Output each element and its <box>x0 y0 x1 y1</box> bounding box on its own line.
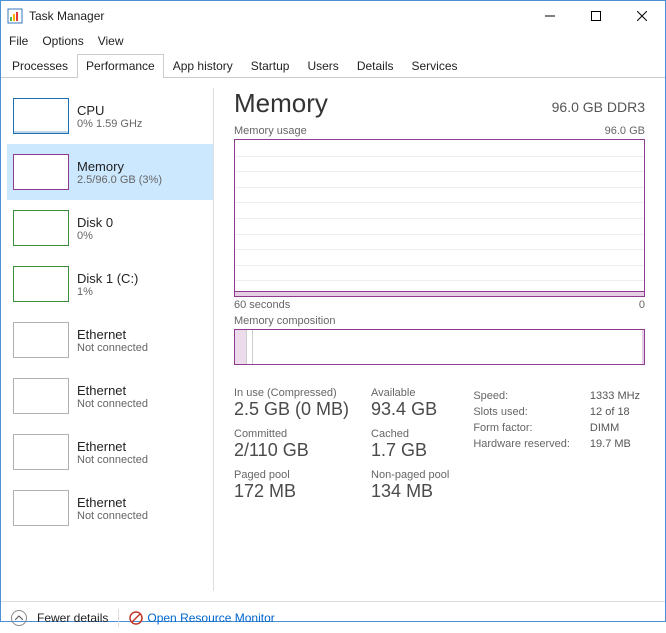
sidebar-item-memory[interactable]: Memory2.5/96.0 GB (3%) <box>7 144 213 200</box>
committed-value: 2/110 GB <box>234 440 349 461</box>
disk-thumb-icon <box>13 210 69 246</box>
available-label: Available <box>371 387 449 399</box>
tab-app-history[interactable]: App history <box>164 54 242 78</box>
nonpaged-value: 134 MB <box>371 481 449 502</box>
memory-composition-chart <box>234 329 645 365</box>
sidebar-item-label: Ethernet <box>77 439 148 454</box>
speed-label: Speed: <box>473 389 588 403</box>
chevron-up-icon[interactable] <box>11 610 27 626</box>
available-value: 93.4 GB <box>371 399 449 420</box>
sidebar-item-sub: 0% <box>77 230 113 242</box>
page-title: Memory <box>234 88 328 119</box>
paged-value: 172 MB <box>234 481 349 502</box>
sidebar-item-disk0[interactable]: Disk 00% <box>7 200 213 256</box>
inuse-value: 2.5 GB (0 MB) <box>234 399 349 420</box>
titlebar: Task Manager <box>1 1 665 31</box>
inuse-label: In use (Compressed) <box>234 387 349 399</box>
usage-label: Memory usage <box>234 125 307 137</box>
menu-file[interactable]: File <box>9 34 28 48</box>
ethernet-thumb-icon <box>13 490 69 526</box>
ethernet-thumb-icon <box>13 434 69 470</box>
sidebar-item-sub: Not connected <box>77 454 148 466</box>
paged-label: Paged pool <box>234 469 349 481</box>
footer: Fewer details Open Resource Monitor <box>1 601 665 633</box>
tab-services[interactable]: Services <box>403 54 467 78</box>
committed-label: Committed <box>234 428 349 440</box>
slots-label: Slots used: <box>473 405 588 419</box>
main-panel: Memory 96.0 GB DDR3 Memory usage 96.0 GB… <box>214 78 665 601</box>
sidebar-item-label: Disk 0 <box>77 215 113 230</box>
app-icon <box>7 8 23 24</box>
reserved-value: 19.7 MB <box>590 437 640 451</box>
sidebar-item-sub: 1% <box>77 286 138 298</box>
ethernet-thumb-icon <box>13 322 69 358</box>
usage-max: 96.0 GB <box>605 125 645 137</box>
memory-thumb-icon <box>13 154 69 190</box>
menu-view[interactable]: View <box>98 34 124 48</box>
cached-value: 1.7 GB <box>371 440 449 461</box>
open-resource-monitor-link[interactable]: Open Resource Monitor <box>129 611 274 625</box>
maximize-button[interactable] <box>573 1 619 31</box>
cpu-thumb-icon <box>13 98 69 134</box>
tab-startup[interactable]: Startup <box>242 54 299 78</box>
sidebar-item-ethernet[interactable]: EthernetNot connected <box>7 424 213 480</box>
sidebar-item-sub: 2.5/96.0 GB (3%) <box>77 174 162 186</box>
ethernet-thumb-icon <box>13 378 69 414</box>
sidebar-item-label: CPU <box>77 103 142 118</box>
resource-monitor-icon <box>129 611 143 625</box>
sidebar-item-label: Ethernet <box>77 383 148 398</box>
form-value: DIMM <box>590 421 640 435</box>
slots-value: 12 of 18 <box>590 405 640 419</box>
cached-label: Cached <box>371 428 449 440</box>
close-button[interactable] <box>619 1 665 31</box>
tab-users[interactable]: Users <box>298 54 347 78</box>
menu-options[interactable]: Options <box>42 34 83 48</box>
sidebar-item-label: Ethernet <box>77 327 148 342</box>
sidebar-item-label: Memory <box>77 159 162 174</box>
disk-thumb-icon <box>13 266 69 302</box>
sidebar-item-ethernet[interactable]: EthernetNot connected <box>7 480 213 536</box>
resource-monitor-label: Open Resource Monitor <box>147 611 274 625</box>
sidebar-item-sub: 0% 1.59 GHz <box>77 118 142 130</box>
memory-usage-chart <box>234 139 645 297</box>
sidebar-item-sub: Not connected <box>77 510 148 522</box>
footer-divider <box>118 609 119 627</box>
tab-performance[interactable]: Performance <box>77 54 164 78</box>
composition-label: Memory composition <box>234 315 335 327</box>
form-label: Form factor: <box>473 421 588 435</box>
sidebar-item-sub: Not connected <box>77 398 148 410</box>
sidebar-item-label: Ethernet <box>77 495 148 510</box>
tab-details[interactable]: Details <box>348 54 403 78</box>
fewer-details-button[interactable]: Fewer details <box>37 611 108 625</box>
reserved-label: Hardware reserved: <box>473 437 588 451</box>
axis-right: 0 <box>639 299 645 311</box>
sidebar-item-ethernet[interactable]: EthernetNot connected <box>7 368 213 424</box>
sidebar-item-label: Disk 1 (C:) <box>77 271 138 286</box>
sidebar-item-cpu[interactable]: CPU0% 1.59 GHz <box>7 88 213 144</box>
menubar: File Options View <box>1 31 665 51</box>
axis-left: 60 seconds <box>234 299 290 311</box>
speed-value: 1333 MHz <box>590 389 640 403</box>
hardware-info: Speed:1333 MHz Slots used:12 of 18 Form … <box>471 387 642 502</box>
sidebar-item-disk1[interactable]: Disk 1 (C:)1% <box>7 256 213 312</box>
sidebar: CPU0% 1.59 GHz Memory2.5/96.0 GB (3%) Di… <box>1 78 213 601</box>
tabs: Processes Performance App history Startu… <box>1 53 665 78</box>
window-title: Task Manager <box>29 9 104 23</box>
memory-capacity: 96.0 GB DDR3 <box>552 99 645 115</box>
tab-processes[interactable]: Processes <box>3 54 77 78</box>
minimize-button[interactable] <box>527 1 573 31</box>
sidebar-item-ethernet[interactable]: EthernetNot connected <box>7 312 213 368</box>
nonpaged-label: Non-paged pool <box>371 469 449 481</box>
sidebar-item-sub: Not connected <box>77 342 148 354</box>
